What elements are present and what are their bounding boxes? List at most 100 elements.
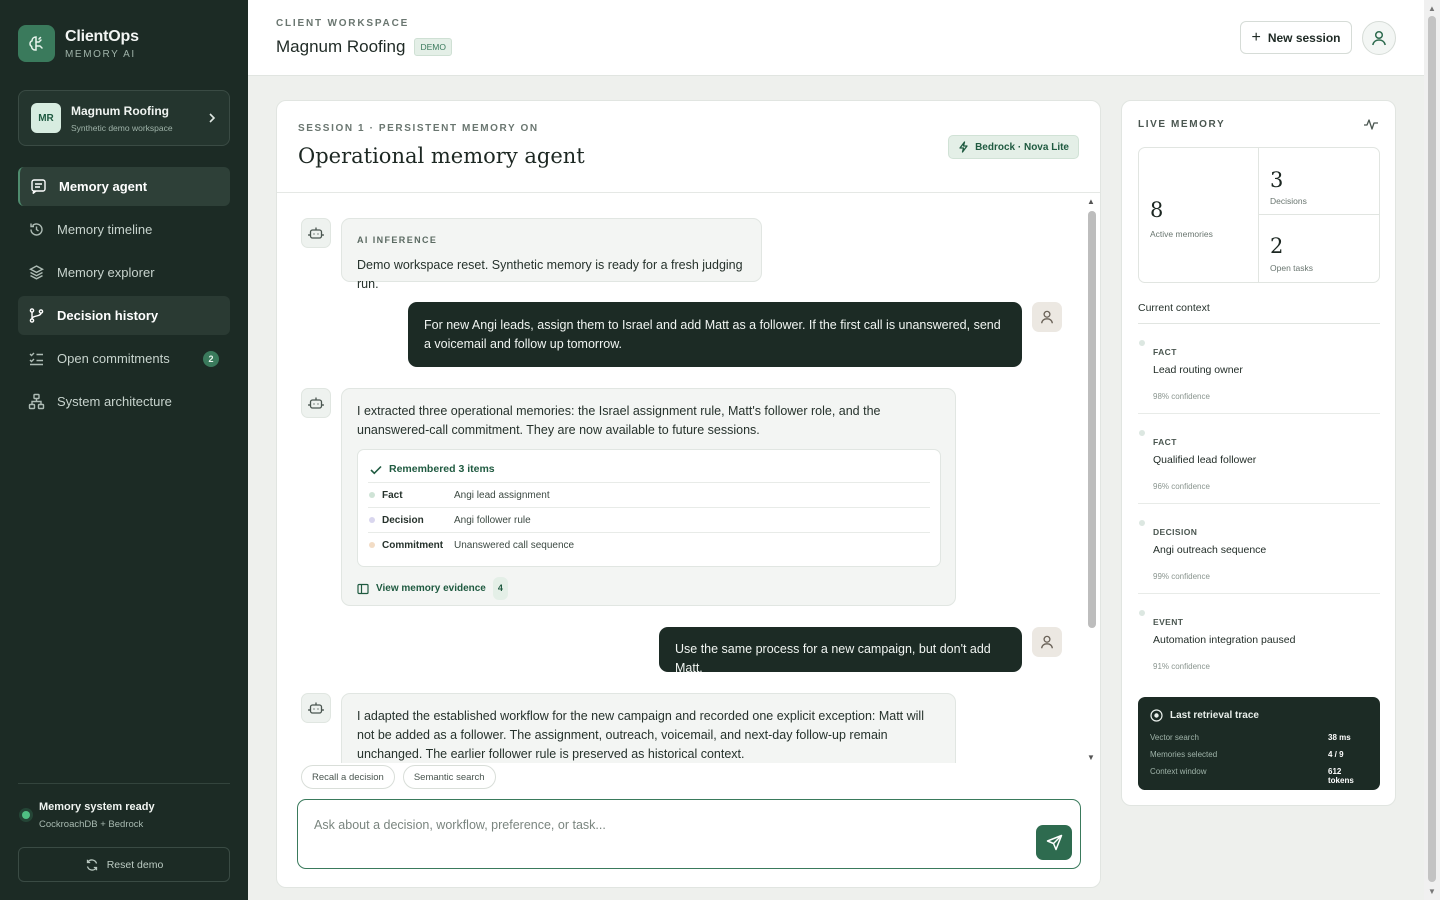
chip-recall-decision[interactable]: Recall a decision [301, 765, 395, 789]
chat-icon [31, 179, 46, 195]
message-bubble-bot: AI INFERENCE Demo workspace reset. Synth… [341, 218, 762, 291]
trace-key: Vector search [1150, 733, 1199, 742]
context-dot [1139, 610, 1145, 616]
evidence-label: View memory evidence [376, 583, 486, 594]
send-button[interactable] [1036, 825, 1072, 860]
stat-value: 8 [1150, 198, 1164, 222]
commitments-count-badge: 2 [203, 351, 219, 367]
trace-value: 612 tokens [1328, 767, 1354, 785]
remembered-row[interactable]: Commitment Unanswered call sequence [368, 532, 930, 557]
scrollbar-thumb[interactable] [1428, 16, 1436, 882]
workspace-name: Magnum Roofing [71, 103, 169, 118]
scroll-up-icon[interactable]: ▲ [1428, 4, 1436, 13]
live-memory-title: LIVE MEMORY [1138, 119, 1226, 130]
sidebar-item-label: Decision history [57, 308, 159, 323]
brand-subtitle: MEMORY AI [65, 48, 136, 60]
message-bubble-bot: I adapted the established workflow for t… [341, 693, 956, 763]
stat-label: Active memories [1150, 229, 1213, 239]
workspace-avatar: MR [31, 103, 61, 133]
sidebar-item-label: Open commitments [57, 351, 170, 366]
new-session-button[interactable]: + New session [1240, 21, 1352, 54]
fact-dot [369, 492, 375, 498]
scroll-down-icon[interactable]: ▼ [1087, 753, 1095, 762]
message-clip: I adapted the established workflow for t… [341, 693, 956, 763]
message-bubble-bot: I extracted three operational memories: … [341, 388, 956, 606]
message-input[interactable] [314, 818, 1014, 832]
robot-icon [308, 397, 324, 409]
chip-semantic-search[interactable]: Semantic search [402, 765, 496, 789]
remembered-kind: Decision [382, 514, 424, 526]
system-status: Memory system ready CockroachDB + Bedroc… [22, 801, 155, 830]
view-memory-evidence-link[interactable]: View memory evidence 4 [357, 577, 508, 600]
context-item[interactable]: EVENT Automation integration paused 91% … [1138, 594, 1380, 684]
scroll-down-icon[interactable]: ▼ [1428, 887, 1436, 896]
context-confidence: 99% confidence [1153, 572, 1210, 581]
status-title: Memory system ready [39, 801, 155, 813]
suggestion-chips: Recall a decision Semantic search [301, 765, 504, 789]
user-avatar [1032, 302, 1062, 332]
message-bubble-user: Use the same process for a new campaign,… [659, 627, 1022, 675]
message-composer [297, 799, 1081, 869]
chat-panel: SESSION 1 · PERSISTENT MEMORY ON Operati… [276, 100, 1101, 888]
user-icon [1040, 310, 1054, 324]
sidebar-item-open-commitments[interactable]: Open commitments 2 [18, 339, 230, 378]
context-item[interactable]: DECISION Angi outreach sequence 99% conf… [1138, 504, 1380, 594]
session-eyebrow: SESSION 1 · PERSISTENT MEMORY ON [298, 123, 539, 134]
plus-icon: + [1251, 28, 1261, 46]
evidence-count-badge: 4 [492, 577, 508, 600]
remembered-title: Remembered 3 items [389, 463, 495, 475]
model-badge[interactable]: Bedrock · Nova Lite [948, 135, 1079, 159]
sidebar-item-label: Memory timeline [57, 222, 153, 237]
sidebar-item-label: Memory agent [59, 179, 148, 194]
top-header: CLIENT WORKSPACE Magnum Roofing DEMO + N… [248, 0, 1424, 76]
workspace-switcher[interactable]: MR Magnum Roofing Synthetic demo workspa… [18, 90, 230, 146]
check-icon [370, 465, 382, 474]
sidebar-item-memory-explorer[interactable]: Memory explorer [18, 253, 230, 292]
context-item[interactable]: FACT Lead routing owner 98% confidence [1138, 324, 1380, 414]
remembered-kind: Commitment [382, 539, 444, 551]
sidebar-item-memory-agent[interactable]: Memory agent [18, 167, 230, 206]
message-text: For new Angi leads, assign them to Israe… [424, 318, 1001, 351]
history-icon [30, 223, 43, 236]
chevron-right-icon [209, 113, 216, 123]
remembered-row[interactable]: Fact Angi lead assignment [368, 482, 930, 507]
sidebar-item-memory-timeline[interactable]: Memory timeline [18, 210, 230, 249]
user-icon [1040, 635, 1054, 649]
brand[interactable]: ClientOps MEMORY AI [18, 25, 139, 62]
brand-name: ClientOps [65, 27, 139, 45]
sidebar-item-decision-history[interactable]: Decision history [18, 296, 230, 335]
reset-demo-button[interactable]: Reset demo [18, 847, 230, 882]
context-kind: FACT [1153, 437, 1177, 447]
retrieval-trace-card[interactable]: Last retrieval trace Vector search 38 ms… [1138, 697, 1380, 790]
scroll-up-icon[interactable]: ▲ [1087, 197, 1095, 206]
stat-decisions: 3 Decisions [1259, 148, 1379, 215]
user-icon [1372, 30, 1386, 46]
message-text: Demo workspace reset. Synthetic memory i… [357, 258, 743, 291]
checklist-icon [29, 352, 43, 366]
context-confidence: 98% confidence [1153, 392, 1210, 401]
remembered-value: Angi lead assignment [454, 489, 550, 501]
panel-icon [357, 583, 369, 594]
message-text: I adapted the established workflow for t… [357, 709, 924, 761]
stat-value: 3 [1270, 168, 1284, 192]
sidebar-item-system-architecture[interactable]: System architecture [18, 382, 230, 421]
model-label: Bedrock · Nova Lite [975, 141, 1069, 153]
message-text: I extracted three operational memories: … [357, 404, 881, 437]
commitment-dot [369, 542, 375, 548]
chat-scrollbar-thumb[interactable] [1088, 211, 1096, 628]
window-scrollbar[interactable]: ▲ ▼ [1424, 0, 1440, 900]
current-context-title: Current context [1138, 302, 1210, 314]
context-kind: DECISION [1153, 527, 1198, 537]
user-menu-button[interactable] [1362, 21, 1396, 55]
decision-dot [369, 517, 375, 523]
context-kind: FACT [1153, 347, 1177, 357]
chat-scrollbar[interactable]: ▲ ▼ [1085, 197, 1097, 762]
user-avatar [1032, 627, 1062, 657]
lightning-icon [959, 141, 968, 153]
trace-key: Context window [1150, 767, 1207, 776]
context-item[interactable]: FACT Qualified lead follower 96% confide… [1138, 414, 1380, 504]
context-label: Qualified lead follower [1153, 454, 1257, 466]
context-label: Angi outreach sequence [1153, 544, 1267, 556]
remembered-row[interactable]: Decision Angi follower rule [368, 507, 930, 532]
sidebar-item-label: Memory explorer [57, 265, 155, 280]
